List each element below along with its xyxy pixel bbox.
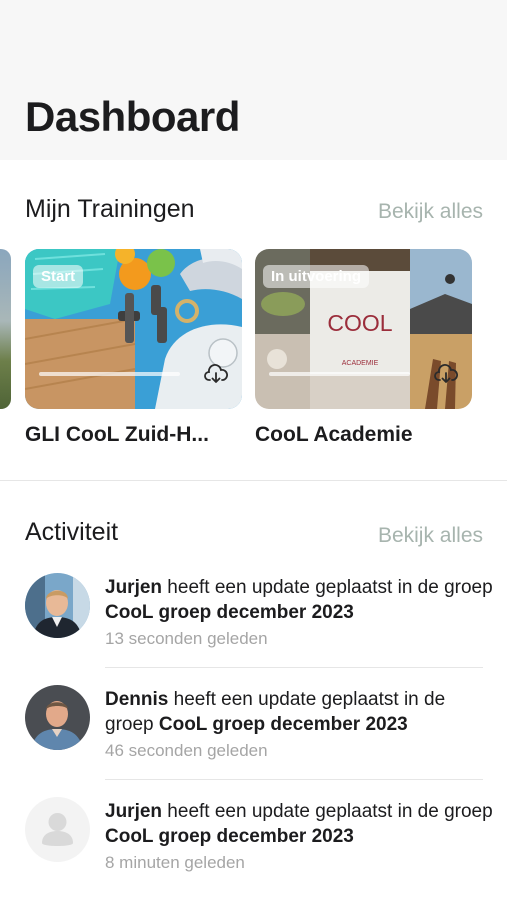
section-divider — [0, 480, 507, 481]
activity-user: Jurjen — [105, 577, 163, 598]
activity-section-title: Activiteit — [25, 518, 119, 546]
avatar[interactable] — [25, 573, 90, 638]
cool-logo-text: COOL — [327, 310, 392, 336]
academie-logo-text: ACADEMIE — [342, 360, 379, 367]
activity-group: CooL groep december 2023 — [158, 714, 408, 735]
activity-message: heeft een update geplaatst in de groep — [162, 577, 493, 598]
activity-see-all-link[interactable]: Bekijk alles — [378, 524, 483, 548]
training-card-label[interactable]: GLI CooL Zuid-H... — [25, 423, 209, 447]
training-card-partial[interactable] — [0, 249, 11, 409]
activity-group: CooL groep december 2023 — [105, 826, 354, 847]
activity-timestamp: 13 seconden geleden — [105, 629, 268, 648]
activity-timestamp: 46 seconden geleden — [105, 741, 268, 760]
progress-bar — [39, 372, 180, 376]
activity-text[interactable]: Dennis heeft een update geplaatst in de … — [105, 687, 495, 737]
avatar-placeholder[interactable] — [25, 797, 90, 862]
status-badge: In uitvoering — [263, 265, 369, 288]
row-divider — [105, 779, 483, 780]
trainings-section-title: Mijn Trainingen — [25, 195, 195, 223]
page-title: Dashboard — [25, 93, 240, 140]
row-divider — [105, 667, 483, 668]
training-card-label[interactable]: CooL Academie — [255, 423, 413, 447]
header: Dashboard — [0, 0, 507, 160]
cloud-download-icon[interactable] — [204, 364, 228, 384]
status-badge: Start — [33, 265, 84, 288]
activity-group: CooL groep december 2023 — [105, 602, 354, 623]
activity-text[interactable]: Jurjen heeft een update geplaatst in de … — [105, 799, 495, 849]
training-card-cool-academie[interactable]: COOL ACADEMIE In uitvoering — [255, 249, 472, 409]
activity-user: Jurjen — [105, 801, 163, 822]
training-card-gli-cool[interactable]: Start — [25, 249, 242, 409]
activity-text[interactable]: Jurjen heeft een update geplaatst in de … — [105, 575, 495, 625]
trainings-see-all-link[interactable]: Bekijk alles — [378, 200, 483, 224]
user-placeholder-icon — [42, 813, 73, 846]
activity-user: Dennis — [105, 689, 169, 710]
avatar[interactable] — [25, 685, 90, 750]
activity-message: heeft een update geplaatst in de groep — [162, 801, 493, 822]
cloud-download-icon[interactable] — [434, 364, 458, 384]
progress-bar — [269, 372, 410, 376]
activity-timestamp: 8 minuten geleden — [105, 853, 245, 872]
